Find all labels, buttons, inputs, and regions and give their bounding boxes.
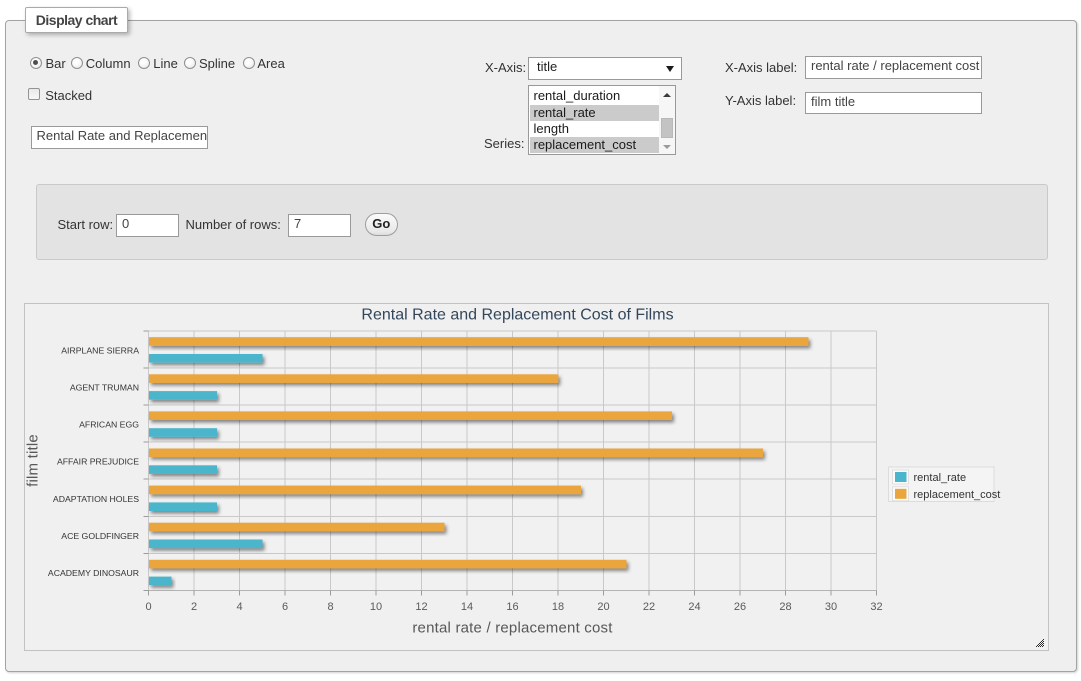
svg-text:rental_rate: rental_rate xyxy=(914,472,967,484)
svg-text:film title: film title xyxy=(25,434,42,487)
svg-text:Rental Rate and Replacement Co: Rental Rate and Replacement Cost of Film… xyxy=(361,307,673,324)
svg-text:ACADEMY DINOSAUR: ACADEMY DINOSAUR xyxy=(48,568,139,578)
svg-text:replacement_cost: replacement_cost xyxy=(914,489,1001,501)
svg-text:AGENT TRUMAN: AGENT TRUMAN xyxy=(70,382,139,392)
svg-text:26: 26 xyxy=(734,601,746,613)
svg-text:18: 18 xyxy=(552,601,564,613)
svg-text:10: 10 xyxy=(370,601,382,613)
svg-text:30: 30 xyxy=(825,601,837,613)
svg-text:rental rate / replacement cost: rental rate / replacement cost xyxy=(412,620,613,637)
svg-text:6: 6 xyxy=(282,601,288,613)
svg-text:ADAPTATION HOLES: ADAPTATION HOLES xyxy=(53,494,139,504)
svg-text:0: 0 xyxy=(145,601,151,613)
svg-text:20: 20 xyxy=(597,601,609,613)
svg-text:14: 14 xyxy=(461,601,473,613)
svg-text:16: 16 xyxy=(506,601,518,613)
svg-text:28: 28 xyxy=(779,601,791,613)
svg-text:4: 4 xyxy=(236,601,242,613)
svg-text:24: 24 xyxy=(688,601,700,613)
svg-text:ACE GOLDFINGER: ACE GOLDFINGER xyxy=(61,531,139,541)
svg-text:22: 22 xyxy=(643,601,655,613)
svg-text:AFRICAN EGG: AFRICAN EGG xyxy=(79,420,139,430)
svg-text:2: 2 xyxy=(191,601,197,613)
svg-text:AIRPLANE SIERRA: AIRPLANE SIERRA xyxy=(61,345,139,355)
svg-text:12: 12 xyxy=(415,601,427,613)
svg-text:AFFAIR PREJUDICE: AFFAIR PREJUDICE xyxy=(57,457,139,467)
svg-text:8: 8 xyxy=(327,601,333,613)
svg-text:32: 32 xyxy=(870,601,882,613)
